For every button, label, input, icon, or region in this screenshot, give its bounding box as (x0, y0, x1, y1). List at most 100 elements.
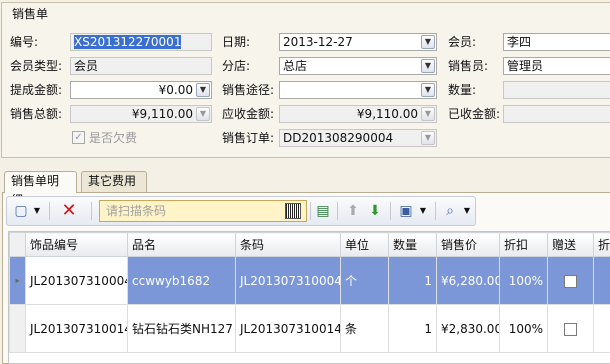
receivable-value: ¥9,110.00 (356, 107, 418, 121)
cell-name[interactable]: 钻石钻石类NH127 (127, 304, 236, 353)
sales-order-value: DD201308290004 (283, 131, 394, 145)
spreadsheet-icon[interactable]: ▤ (315, 200, 331, 222)
sales-order-dropdown-icon: ▼ (421, 131, 435, 145)
tab-other-fees-label: 其它费用 (88, 174, 137, 188)
tab-other-fees[interactable]: 其它费用 (81, 171, 147, 192)
save-icon[interactable]: ▣ (397, 200, 415, 222)
cell-item-no[interactable]: JL201307310014 (25, 304, 128, 353)
gift-checkbox[interactable] (564, 322, 577, 336)
row-header-corner (9, 232, 26, 257)
detail-table: 饰品编号 品名 条码 单位 数量 销售价 折扣 赠送 折 ▸ JL2013073… (9, 232, 610, 353)
table-row[interactable]: JL201307310014 钻石钻石类NH127 JL201307310014… (9, 304, 610, 353)
search-icon[interactable]: ⌕ (441, 200, 459, 222)
tab-sales-detail[interactable]: 销售单明细 (4, 171, 77, 207)
table-row[interactable]: ▸ JL201307310004 ccwwyb1682 JL2013073100… (9, 256, 610, 305)
cell-gift[interactable] (547, 304, 594, 353)
branch-field[interactable]: 总店 (279, 57, 437, 75)
cell-unit[interactable]: 个 (340, 256, 389, 305)
column-header[interactable]: 折扣 (499, 232, 548, 257)
detail-toolbar: ▢ ▼ ✕ 请扫描条码 ▤ ⬆ ⬇ ▣ ▼ ⌕ ▼ (6, 196, 476, 226)
cell-barcode[interactable]: JL201307310004 (235, 256, 341, 305)
quantity-label: 数量: (448, 83, 477, 97)
new-document-icon[interactable]: ▢ (13, 200, 29, 222)
member-type-label: 会员类型: (10, 59, 63, 73)
move-down-icon[interactable]: ⬇ (366, 200, 384, 222)
column-header[interactable]: 饰品编号 (25, 232, 128, 257)
row-indicator-icon: ▸ (9, 256, 26, 305)
toolbar-separator (91, 202, 92, 220)
member-type-field[interactable]: 会员 (70, 57, 212, 75)
barcode-icon[interactable] (285, 203, 301, 219)
date-value: 2013-12-27 (283, 35, 353, 49)
toolbar-separator (310, 202, 311, 220)
delete-icon[interactable]: ✕ (59, 200, 79, 222)
column-header[interactable]: 条码 (235, 232, 341, 257)
cell-gift[interactable] (547, 256, 594, 305)
cell-extra[interactable] (593, 304, 610, 353)
commission-field[interactable]: ¥0.00 (70, 81, 212, 99)
branch-label: 分店: (222, 59, 251, 73)
order-no-label: 编号: (10, 35, 39, 49)
branch-dropdown-icon[interactable]: ▼ (421, 59, 435, 73)
commission-label: 提成金额: (10, 83, 63, 97)
toolbar-separator (435, 202, 436, 220)
sales-order-field[interactable]: DD201308290004 (279, 129, 437, 147)
sales-order-label: 销售订单: (222, 131, 275, 145)
cell-discount[interactable]: 100% (499, 256, 548, 305)
column-header[interactable]: 赠送 (547, 232, 594, 257)
detail-grid: 饰品编号 品名 条码 单位 数量 销售价 折扣 赠送 折 ▸ JL2013073… (8, 231, 610, 364)
receivable-field[interactable]: ¥9,110.00 (279, 105, 437, 123)
move-up-icon[interactable]: ⬆ (344, 200, 362, 222)
table-header-row: 饰品编号 品名 条码 单位 数量 销售价 折扣 赠送 折 (9, 232, 610, 257)
cell-extra[interactable] (593, 256, 610, 305)
barcode-scan-input[interactable]: 请扫描条码 (99, 200, 307, 222)
cell-item-no[interactable]: JL201307310004 (25, 256, 128, 305)
cell-price[interactable]: ¥6,280.00 (436, 256, 500, 305)
column-header[interactable]: 品名 (127, 232, 236, 257)
gift-checkbox[interactable] (564, 274, 577, 288)
total-field[interactable]: ¥9,110.00 (70, 105, 212, 123)
channel-dropdown-icon[interactable]: ▼ (421, 83, 435, 97)
member-type-value: 会员 (74, 59, 99, 73)
cell-qty[interactable]: 1 (388, 256, 437, 305)
branch-value: 总店 (283, 59, 308, 73)
date-dropdown-icon[interactable]: ▼ (421, 35, 435, 49)
order-no-field[interactable]: XS201312270001 (70, 33, 212, 51)
owed-checkbox[interactable]: ✓ (72, 131, 85, 144)
toolbar-separator (49, 202, 50, 220)
group-title: 销售单 (10, 5, 51, 22)
receivable-label: 应收金额: (222, 107, 275, 121)
cell-discount[interactable]: 100% (499, 304, 548, 353)
cell-barcode[interactable]: JL201307310014 (235, 304, 341, 353)
toolbar-separator (390, 202, 391, 220)
salesperson-field[interactable]: 管理员 (503, 57, 610, 75)
member-field[interactable]: 李四 (503, 33, 610, 51)
member-label: 会员: (448, 35, 477, 49)
order-no-value: XS201312270001 (74, 35, 182, 49)
commission-dropdown-icon[interactable]: ▼ (196, 83, 210, 97)
date-field[interactable]: 2013-12-27 (279, 33, 437, 51)
column-header[interactable]: 单位 (340, 232, 389, 257)
salesperson-value: 管理员 (507, 59, 544, 73)
receivable-dropdown-icon: ▼ (421, 107, 435, 121)
date-label: 日期: (222, 35, 251, 49)
channel-label: 销售途径: (222, 83, 275, 97)
cell-price[interactable]: ¥2,830.00 (436, 304, 500, 353)
column-header[interactable]: 销售价 (436, 232, 500, 257)
cell-unit[interactable]: 条 (340, 304, 389, 353)
save-dropdown-icon[interactable]: ▼ (417, 200, 429, 222)
channel-field[interactable] (279, 81, 437, 99)
column-header[interactable]: 折 (593, 232, 610, 257)
toolbar-separator (337, 202, 338, 220)
column-header[interactable]: 数量 (388, 232, 437, 257)
member-value: 李四 (507, 35, 532, 49)
new-dropdown-icon[interactable]: ▼ (31, 200, 43, 222)
search-dropdown-icon[interactable]: ▼ (461, 200, 473, 222)
cell-name[interactable]: ccwwyb1682 (127, 256, 236, 305)
row-indicator (9, 304, 26, 353)
total-value: ¥9,110.00 (131, 107, 193, 121)
cell-qty[interactable]: 1 (388, 304, 437, 353)
barcode-scan-placeholder: 请扫描条码 (106, 204, 167, 218)
quantity-field[interactable] (503, 81, 610, 99)
received-field[interactable] (503, 105, 610, 123)
